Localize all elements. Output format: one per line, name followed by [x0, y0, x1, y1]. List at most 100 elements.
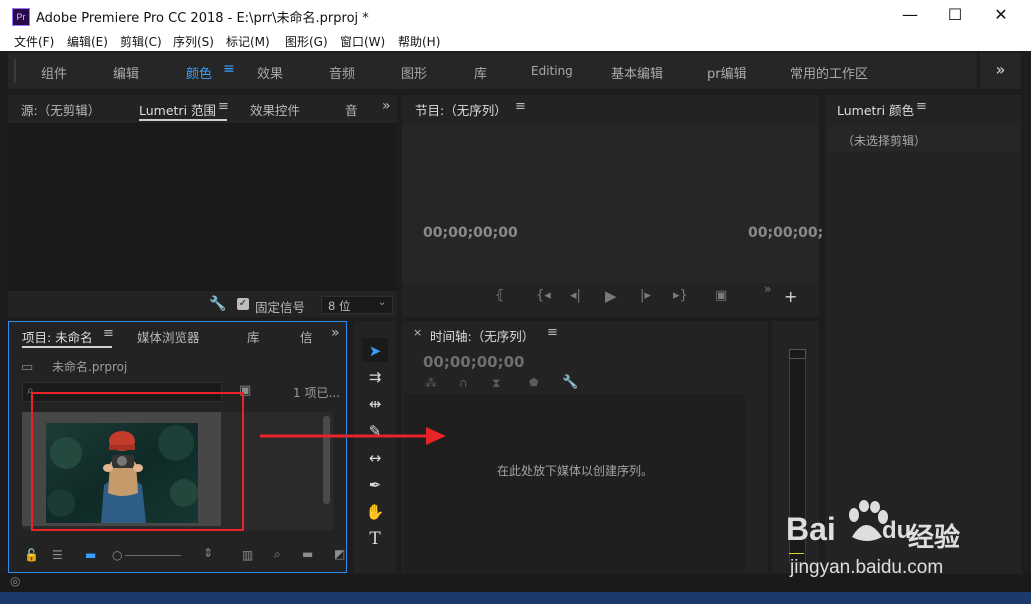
new-bin-icon[interactable]: ▬ — [302, 547, 313, 561]
new-item-icon[interactable]: ◩ — [334, 547, 345, 561]
zoom-slider-handle-icon[interactable]: ○ — [112, 548, 122, 562]
export-frame-icon[interactable]: ▣ — [715, 288, 727, 303]
icon-view-icon[interactable]: ▬ — [85, 548, 96, 562]
watermark-url: jingyan.baidu.com — [790, 557, 944, 578]
list-view-icon[interactable]: ☰ — [52, 548, 63, 562]
tab-media-browser[interactable]: 媒体浏览器 — [137, 327, 200, 346]
add-marker-icon[interactable]: ⬟ — [529, 376, 539, 389]
maximize-button[interactable]: ☐ — [932, 0, 978, 30]
go-to-out-icon[interactable]: ▸} — [673, 288, 688, 303]
tab-lumetri-scopes[interactable]: Lumetri 范围 — [139, 100, 216, 119]
step-back-icon[interactable]: ◂| — [570, 288, 581, 303]
workspace-libraries[interactable]: 库 — [474, 63, 487, 82]
linked-selection-icon[interactable]: ⧗ — [492, 376, 500, 391]
timeline-close-icon[interactable]: × — [413, 326, 422, 339]
tab-source[interactable]: 源:（无剪辑） — [21, 100, 100, 119]
workspace-graphics[interactable]: 图形 — [401, 63, 427, 82]
project-overflow-icon[interactable]: » — [331, 325, 340, 341]
workspace-common[interactable]: 常用的工作区 — [790, 63, 868, 82]
find-icon[interactable]: ⌕ — [274, 547, 281, 562]
ripple-edit-tool-icon[interactable]: ⇹ — [363, 393, 387, 415]
workspace-menu-icon[interactable]: ≡ — [223, 61, 235, 77]
tab-audio[interactable]: 音 — [345, 100, 358, 119]
lumetri-color-title[interactable]: Lumetri 颜色 — [837, 100, 914, 119]
minimize-button[interactable]: — — [887, 0, 933, 30]
zoom-slider-track[interactable] — [125, 555, 181, 556]
menu-edit[interactable]: 编辑(E) — [67, 33, 108, 50]
tab-menu-icon[interactable]: ≡ — [218, 99, 229, 114]
selection-tool-icon[interactable]: ➤ — [363, 340, 387, 362]
add-button-icon[interactable]: + — [784, 287, 797, 306]
bit-depth-select[interactable]: 8 位 ⌄ — [321, 296, 393, 314]
timeline-timecode[interactable]: 00;00;00;00 — [423, 353, 525, 371]
sort-icon[interactable]: ⇕ — [203, 546, 213, 560]
os-taskbar-strip — [0, 592, 1031, 604]
workspace-color[interactable]: 颜色 — [186, 63, 212, 82]
lock-signal-label: 固定信号 — [255, 300, 306, 315]
close-button[interactable]: ✕ — [978, 0, 1024, 30]
audio-meter-peak — [789, 349, 806, 359]
lumetri-menu-icon[interactable]: ≡ — [916, 99, 927, 114]
workspace-effects[interactable]: 效果 — [257, 63, 283, 82]
tab-effect-controls[interactable]: 效果控件 — [250, 100, 300, 119]
menu-file[interactable]: 文件(F) — [14, 33, 54, 50]
timeline-title[interactable]: 时间轴:（无序列） — [430, 326, 534, 345]
tab-project[interactable]: 项目: 未命名 — [22, 327, 93, 346]
type-tool-icon[interactable]: T — [363, 528, 387, 550]
lock-open-icon[interactable]: 🔓 — [24, 548, 39, 562]
go-to-in-icon[interactable]: {◂ — [536, 288, 551, 303]
workspace-audio[interactable]: 音频 — [329, 63, 355, 82]
program-title[interactable]: 节目:（无序列） — [415, 100, 507, 119]
lock-checkbox[interactable]: ✓ — [237, 298, 249, 310]
wrench-icon[interactable]: 🔧 — [209, 296, 226, 312]
program-timecode-current[interactable]: 00;00;00;00 — [423, 225, 518, 241]
premiere-app-icon: Pr — [12, 8, 30, 26]
workspace-editing[interactable]: Editing — [531, 64, 573, 78]
workspace-pr-editing[interactable]: pr编辑 — [707, 63, 747, 82]
workspace-basic-editing[interactable]: 基本编辑 — [611, 63, 663, 82]
no-clip-bar: （未选择剪辑） — [827, 126, 1021, 152]
menu-graphics[interactable]: 图形(G) — [285, 33, 328, 50]
timeline-panel: × 时间轴:（无序列） ≡ 00;00;00;00 ⁂ ∩ ⧗ ⬟ 🔧 在此处放… — [402, 321, 768, 573]
program-viewer — [402, 123, 819, 283]
annotation-highlight-box — [31, 392, 244, 531]
workspace-editing-cn[interactable]: 编辑 — [113, 63, 139, 82]
workspace-overflow-button[interactable]: » — [980, 53, 1021, 89]
menu-sequence[interactable]: 序列(S) — [173, 33, 214, 50]
tab-libraries[interactable]: 库 — [247, 327, 260, 346]
menu-help[interactable]: 帮助(H) — [398, 33, 440, 50]
project-menu-icon[interactable]: ≡ — [103, 326, 114, 341]
nest-sequence-icon[interactable]: ⁂ — [425, 376, 437, 390]
play-icon[interactable]: ▶ — [605, 287, 617, 305]
menu-clip[interactable]: 剪辑(C) — [120, 33, 162, 50]
tab-info[interactable]: 信 — [300, 327, 313, 346]
project-file-name: 未命名.prproj — [52, 360, 128, 374]
watermark-cn: 经验 — [908, 523, 961, 553]
menu-marker[interactable]: 标记(M) — [226, 33, 270, 50]
title-bar: Pr Adobe Premiere Pro CC 2018 - E:\prr\未… — [0, 0, 1031, 30]
project-folder-icon: ▭ — [21, 360, 34, 375]
automate-sequence-icon[interactable]: ▥ — [242, 548, 253, 562]
chevron-down-icon: ⌄ — [378, 297, 387, 308]
timeline-drop-hint: 在此处放下媒体以创建序列。 — [497, 464, 654, 478]
program-menu-icon[interactable]: ≡ — [515, 99, 526, 114]
mark-in-icon[interactable]: ⦃ — [495, 288, 505, 303]
more-controls-icon[interactable]: » — [764, 282, 771, 296]
track-select-tool-icon[interactable]: ⇉ — [363, 366, 387, 388]
timeline-drop-area[interactable]: 在此处放下媒体以创建序列。 — [404, 394, 745, 573]
source-panel: 源:（无剪辑） Lumetri 范围 ≡ 效果控件 音 » 🔧 ✓ 固定信号 8… — [8, 95, 397, 317]
scopes-viewer — [8, 123, 397, 291]
timeline-settings-wrench-icon[interactable]: 🔧 — [562, 375, 578, 390]
step-forward-icon[interactable]: |▸ — [640, 288, 651, 303]
timeline-menu-icon[interactable]: ≡ — [547, 325, 558, 340]
menu-window[interactable]: 窗口(W) — [340, 33, 385, 50]
hand-tool-icon[interactable]: ✋ — [363, 501, 387, 523]
snap-icon[interactable]: ∩ — [459, 376, 468, 390]
slip-tool-icon[interactable]: ↔ — [363, 447, 387, 469]
workspace-assembly[interactable]: 组件 — [41, 63, 67, 82]
panel-overflow-icon[interactable]: » — [382, 98, 391, 114]
pen-tool-icon[interactable]: ✒ — [363, 474, 387, 496]
watermark-brand: Bai — [786, 511, 836, 547]
status-icon: ◎ — [10, 574, 21, 588]
workspace-grip — [14, 59, 16, 83]
